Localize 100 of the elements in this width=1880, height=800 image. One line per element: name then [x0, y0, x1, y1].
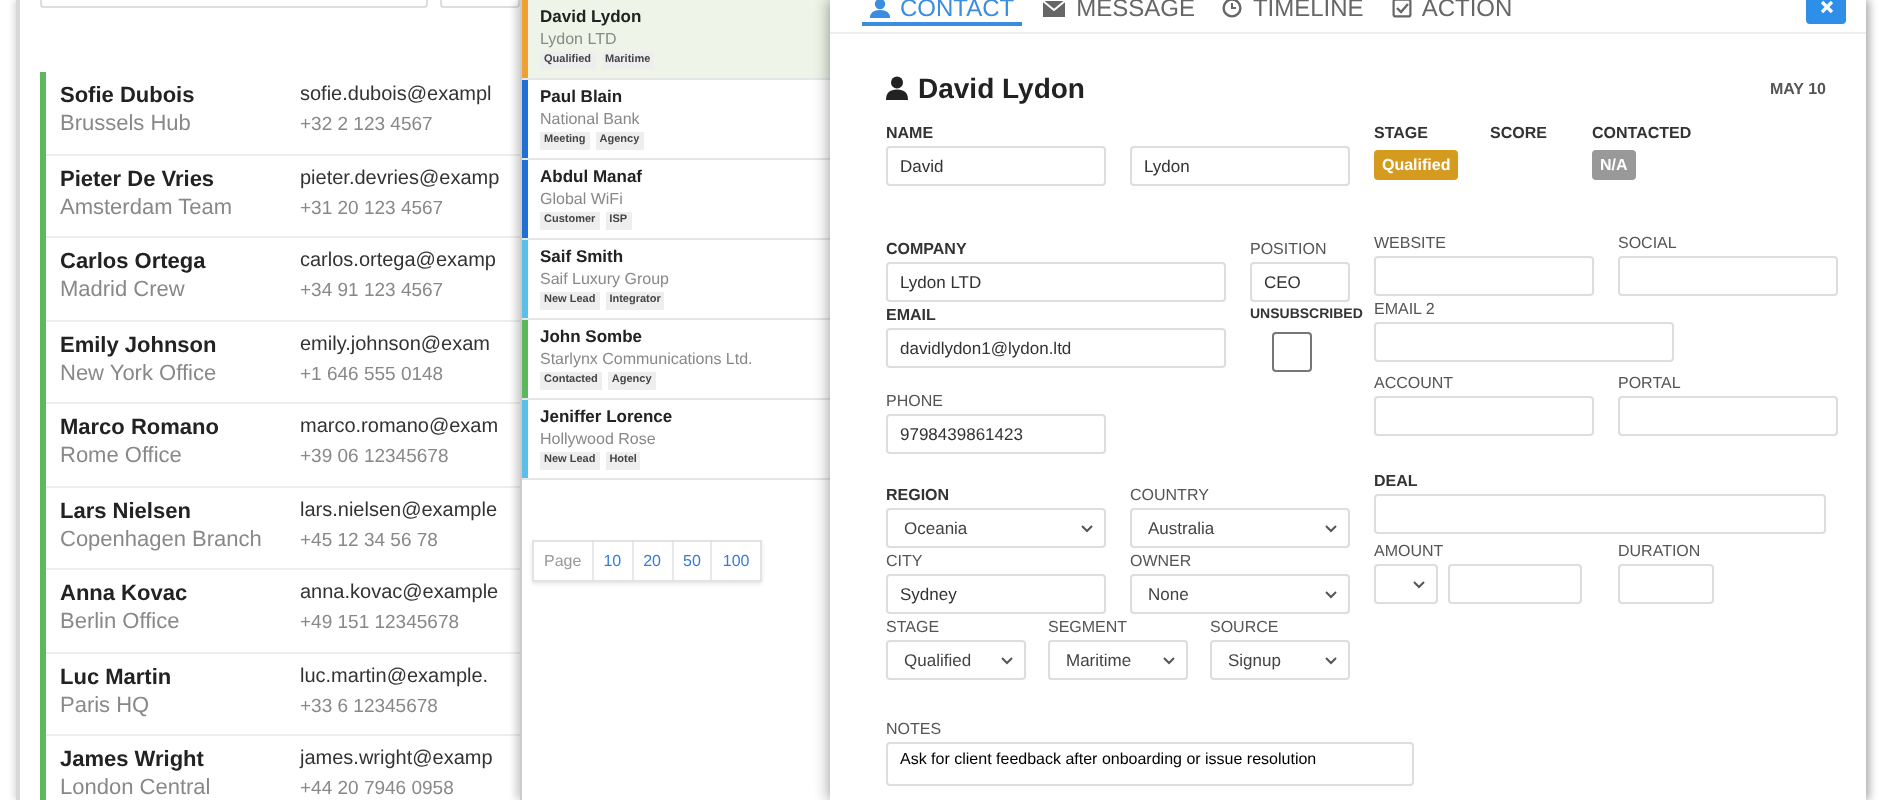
- first-name-field[interactable]: David: [886, 146, 1106, 186]
- field-label: WEBSITE: [1374, 234, 1449, 254]
- contact-phone: +49 151 12345678: [300, 610, 462, 638]
- lead-name: John Sombe: [540, 326, 645, 348]
- last-name-field[interactable]: Lydon: [1130, 146, 1350, 186]
- website-field[interactable]: [1374, 256, 1594, 296]
- field-label: POSITION: [1250, 240, 1329, 260]
- contact-team: Brussels Hub: [60, 110, 193, 140]
- chevron-icon: [1162, 655, 1176, 665]
- field-label: REGION: [886, 486, 952, 506]
- contact-email: lars.nielsen@example: [300, 497, 500, 525]
- chevron-icon: [1324, 523, 1338, 533]
- contact-team: London Central: [60, 774, 213, 800]
- contact-email: luc.martin@example.: [300, 663, 491, 691]
- contact-name: Carlos Ortega: [60, 248, 208, 276]
- email-2-field[interactable]: [1374, 322, 1674, 362]
- field-label: PHONE: [886, 392, 945, 412]
- lead-name: Saif Smith: [540, 246, 626, 268]
- page-label: Page: [542, 550, 584, 574]
- phone-field[interactable]: 9798439861423: [886, 414, 1106, 454]
- contact-name: James Wright: [60, 746, 206, 774]
- contact-team: Rome Office: [60, 442, 184, 472]
- amount-field[interactable]: [1448, 564, 1582, 604]
- field-label: NAME: [886, 124, 936, 144]
- notes-field[interactable]: Ask for client feedback after onboarding or issue resolution: [886, 742, 1414, 786]
- user-icon: [870, 0, 890, 18]
- field-label: SOURCE: [1210, 618, 1281, 638]
- checkbox[interactable]: [1272, 332, 1312, 372]
- contact-team: Madrid Crew: [60, 276, 187, 306]
- contact-name: Pieter De Vries: [60, 165, 217, 193]
- field-label: EMAIL 2: [1374, 300, 1437, 320]
- social-field[interactable]: [1618, 256, 1838, 296]
- contact-email: anna.kovac@example: [300, 580, 501, 608]
- field-label: COMPANY: [886, 240, 969, 260]
- country-select[interactable]: Australia: [1130, 508, 1350, 548]
- contact-email: marco.romano@exam: [300, 414, 501, 442]
- field-label: PORTAL: [1618, 374, 1683, 394]
- lead-company: National Bank: [540, 108, 642, 130]
- contact-name: Lars Nielsen: [60, 497, 193, 525]
- field-label: COUNTRY: [1130, 486, 1211, 506]
- chevron-icon: [1412, 579, 1426, 589]
- deal-field[interactable]: [1374, 494, 1826, 534]
- contact-name: Anna Kovac: [60, 580, 190, 608]
- contact-name: Luc Martin: [60, 663, 174, 691]
- field-label: STAGE: [1374, 124, 1430, 144]
- city-field[interactable]: Sydney: [886, 574, 1106, 614]
- contact-phone: +32 2 123 4567: [300, 112, 435, 140]
- lead-company: Global WiFi: [540, 188, 625, 210]
- owner-select[interactable]: None: [1130, 574, 1350, 614]
- field-label: EMAIL: [886, 306, 938, 326]
- source-select[interactable]: Signup: [1210, 640, 1350, 680]
- clock-icon: [1222, 0, 1243, 18]
- checkbox-icon: [1391, 0, 1412, 18]
- field-label: DEAL: [1374, 472, 1420, 492]
- contact-phone: +39 06 12345678: [300, 444, 451, 472]
- page-size-button[interactable]: 50: [671, 542, 711, 580]
- contact-phone: +31 20 123 4567: [300, 195, 446, 223]
- contact-name: Sofie Dubois: [60, 82, 197, 110]
- lead-name: Paul Blain: [540, 86, 625, 108]
- page-size-button[interactable]: 20: [631, 542, 671, 580]
- chevron-icon: [1000, 655, 1014, 665]
- region-select[interactable]: Oceania: [886, 508, 1106, 548]
- contact-phone: +34 91 123 4567: [300, 278, 446, 306]
- position-field[interactable]: CEO: [1250, 262, 1350, 302]
- contact-phone: +1 646 555 0148: [300, 361, 446, 389]
- field-label: SOCIAL: [1618, 234, 1679, 254]
- field-label: DURATION: [1618, 542, 1703, 562]
- chevron-icon: [1324, 655, 1338, 665]
- contacted-badge: N/A: [1592, 150, 1636, 180]
- page-size-button[interactable]: 100: [710, 542, 760, 580]
- contact-phone: +44 20 7946 0958: [300, 776, 456, 800]
- account-field[interactable]: [1374, 396, 1594, 436]
- close-icon: [1819, 0, 1833, 13]
- lead-name: David Lydon: [540, 6, 644, 28]
- date-label: MAY 10: [1769, 79, 1826, 97]
- field-label: CITY: [886, 552, 925, 572]
- tab[interactable]: TIMELINE: [1214, 0, 1372, 26]
- lead-company: Starlynx Communications Ltd.: [540, 348, 753, 370]
- chevron-icon: [1080, 523, 1094, 533]
- contact-team: Berlin Office: [60, 608, 182, 638]
- currency-select[interactable]: [1374, 564, 1438, 604]
- contact-email: carlos.ortega@examp: [300, 248, 498, 276]
- field-label: AMOUNT: [1374, 542, 1446, 562]
- company-field[interactable]: Lydon LTD: [886, 262, 1226, 302]
- contact-phone: +33 6 12345678: [300, 693, 440, 721]
- portal-field[interactable]: [1618, 396, 1838, 436]
- segment-select[interactable]: Maritime: [1048, 640, 1188, 680]
- lead-name: Jeniffer Lorence: [540, 406, 673, 428]
- stage-select[interactable]: Qualified: [886, 640, 1026, 680]
- contact-team: Copenhagen Branch: [60, 525, 264, 555]
- user-icon: [886, 76, 908, 100]
- chevron-icon: [1324, 589, 1338, 599]
- duration-field[interactable]: [1618, 564, 1714, 604]
- field-label: OWNER: [1130, 552, 1194, 572]
- contact-name: Emily Johnson: [60, 331, 219, 359]
- stage-badge: Qualified: [1374, 150, 1459, 180]
- field-label: SEGMENT: [1048, 618, 1130, 638]
- page-size-button[interactable]: 10: [591, 542, 632, 580]
- email-field[interactable]: davidlydon1@lydon.ltd: [886, 328, 1226, 368]
- contact-email: sofie.dubois@exampl: [300, 82, 494, 110]
